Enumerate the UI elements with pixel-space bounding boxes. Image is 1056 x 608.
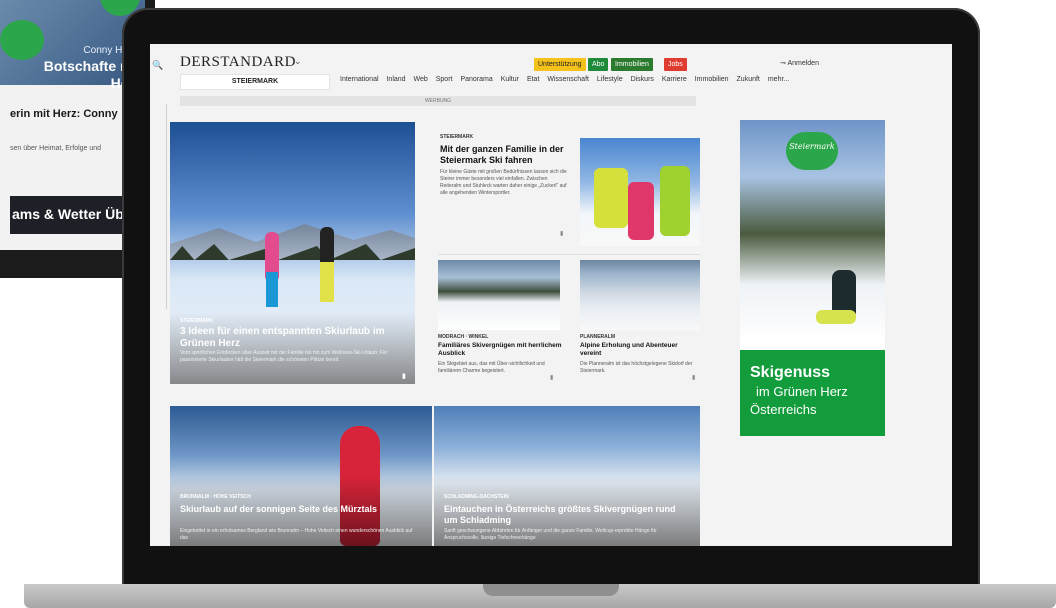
- article-kicker: SCHLADMING-DACHSTEIN: [444, 494, 509, 500]
- immobilien-button[interactable]: Immobilien: [611, 58, 653, 71]
- nav-item[interactable]: Web: [414, 76, 428, 83]
- steiermark-heart-icon: [786, 132, 838, 170]
- support-button[interactable]: Unterstützung: [534, 58, 586, 71]
- laptop-notch: [483, 584, 619, 596]
- article-teaser: Die Planneralm ist das höchstgelegene Sk…: [580, 361, 693, 374]
- skier-black-legs: [320, 262, 334, 302]
- ad-logo-text: Steiermark: [789, 142, 835, 151]
- login-label: Anmelden: [787, 60, 819, 67]
- nav-item[interactable]: Immobilien: [695, 76, 729, 83]
- article-card-modrach[interactable]: MODRACH · WINKEL Familiäres Skivergnügen…: [438, 334, 562, 374]
- article-title[interactable]: Alpine Erholung und Abenteuer vereint: [580, 342, 700, 358]
- nav-item[interactable]: Wissenschaft: [547, 76, 589, 83]
- region-selector[interactable]: STEIERMARK: [180, 74, 330, 90]
- abo-button[interactable]: Abo: [588, 58, 609, 71]
- search-icon[interactable]: 🔍: [152, 60, 163, 71]
- ad-skier-legs: [816, 310, 856, 324]
- article-title[interactable]: Familiäres Skivergnügen mit herrlichem A…: [438, 342, 562, 358]
- family-ski-image[interactable]: [580, 138, 700, 246]
- laptop-screen: 🔍 DERSTANDARD ⌄ Unterstützung Abo Immobi…: [150, 44, 952, 546]
- skier-pink-legs: [266, 272, 278, 307]
- ad-label: WERBUNG: [180, 96, 696, 106]
- tablet-teaser: sen über Heimat, Erfolge und: [10, 145, 102, 152]
- child-yellow: [594, 168, 628, 228]
- article-title[interactable]: Skiurlaub auf der sonnigen Seite des Mür…: [180, 504, 420, 515]
- ad-line-1: Skigenuss: [750, 364, 831, 381]
- login-link[interactable]: ⊸ Anmelden: [780, 59, 819, 67]
- modrach-image[interactable]: [438, 260, 560, 330]
- steiermark-heart-icon: [0, 20, 44, 60]
- article-teaser: Eingebettet in ein erholsames Bergland w…: [180, 528, 413, 541]
- nav-item[interactable]: International: [340, 76, 379, 83]
- article-title[interactable]: 3 Ideen für einen entspannten Skiurlaub …: [180, 326, 405, 350]
- article-teaser: Für kleine Gäste mit großen Bedürfnissen…: [440, 169, 567, 196]
- ad-line-2: im Grünen Herz: [756, 384, 848, 399]
- article-kicker: MODRACH · WINKEL: [438, 334, 489, 340]
- jobs-button[interactable]: Jobs: [664, 58, 687, 71]
- nav-item[interactable]: Diskurs: [631, 76, 654, 83]
- article-kicker: PLANNERALM: [580, 334, 615, 340]
- bookmark-icon[interactable]: ▮: [402, 372, 406, 380]
- article-title[interactable]: Mit der ganzen Familie in der Steiermark…: [440, 144, 570, 166]
- article-title[interactable]: Eintauchen in Österreichs größtes Skiver…: [444, 504, 684, 526]
- child-pink: [628, 182, 654, 240]
- nav-item[interactable]: Zukunft: [737, 76, 760, 83]
- nav-item[interactable]: mehr...: [768, 76, 789, 83]
- divider: [166, 104, 167, 309]
- child-green: [660, 166, 690, 236]
- article-teaser: Vom sportlichen Entdecken über Auszeit m…: [180, 350, 388, 363]
- laptop-device: 🔍 DERSTANDARD ⌄ Unterstützung Abo Immobi…: [122, 8, 980, 588]
- article-card-schladming[interactable]: SCHLADMING-DACHSTEIN Eintauchen in Öster…: [434, 406, 700, 546]
- nav-item[interactable]: Panorama: [460, 76, 492, 83]
- article-kicker: STEIERMARK: [440, 134, 474, 140]
- nav-item[interactable]: Lifestyle: [597, 76, 623, 83]
- article-card-brunnalm[interactable]: BRUNNALM · HOHE VEITSCH Skiurlaub auf de…: [170, 406, 432, 546]
- article-card-planneralm[interactable]: PLANNERALM Alpine Erholung und Abenteuer…: [580, 334, 700, 374]
- article-kicker: BRUNNALM · HOHE VEITSCH: [180, 494, 251, 500]
- article-card-family[interactable]: STEIERMARK Mit der ganzen Familie in der…: [440, 134, 570, 197]
- divider: [438, 254, 700, 255]
- nav-item[interactable]: Kultur: [501, 76, 519, 83]
- ad-line-3: Österreichs: [750, 402, 817, 417]
- key-icon: ⊸: [780, 60, 786, 67]
- article-teaser: Ein Skigebiet aus, das mit Über-sichtlic…: [438, 361, 545, 374]
- nav-item[interactable]: Sport: [436, 76, 453, 83]
- nav-item[interactable]: Etat: [527, 76, 539, 83]
- nav-item[interactable]: Inland: [386, 76, 405, 83]
- chevron-down-icon[interactable]: ⌄: [294, 56, 302, 67]
- article-teaser: Sanft geschwungene Abfahrten für Anfänge…: [444, 528, 657, 541]
- nav-item[interactable]: Karriere: [662, 76, 687, 83]
- site-logo[interactable]: DERSTANDARD: [180, 54, 296, 71]
- article-card-big[interactable]: STEIERMARK 3 Ideen für einen entspannten…: [170, 122, 415, 384]
- planneralm-image[interactable]: [580, 260, 700, 330]
- bookmark-icon[interactable]: ▮: [692, 374, 695, 381]
- bookmark-icon[interactable]: ▮: [550, 374, 553, 381]
- article-kicker: STEIERMARK: [180, 318, 214, 324]
- steiermark-ad-banner[interactable]: Steiermark Skigenuss im Grünen Herz Öste…: [740, 120, 885, 436]
- bookmark-icon[interactable]: ▮: [560, 230, 563, 237]
- main-nav: International Inland Web Sport Panorama …: [340, 76, 795, 83]
